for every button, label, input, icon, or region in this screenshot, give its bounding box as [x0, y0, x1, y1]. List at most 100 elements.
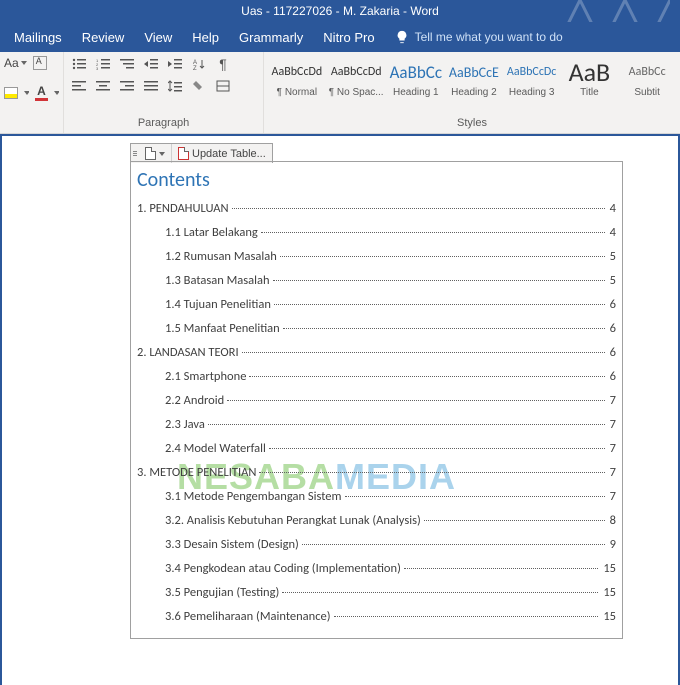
styles-group: AaBbCcDd¶ NormalAaBbCcDd¶ No Spac...AaBb…	[264, 52, 680, 133]
toc-entry[interactable]: 3.6 Pemeliharaan (Maintenance)15	[137, 604, 616, 628]
toc-entry-text: 3.3 Desain Sistem (Design)	[165, 537, 299, 552]
menu-view[interactable]: View	[134, 24, 182, 51]
toc-leader	[424, 520, 605, 521]
numbering-icon[interactable]: 123	[94, 56, 112, 72]
toc-entry[interactable]: 1. PENDAHULUAN 4	[137, 196, 616, 220]
toc-entry-page: 9	[608, 537, 616, 552]
toc-leader	[259, 472, 604, 473]
toc-entry[interactable]: 1.1 Latar Belakang4	[137, 220, 616, 244]
toc-entry[interactable]: 3.4 Pengkodean atau Coding (Implementati…	[137, 556, 616, 580]
title-decoration	[550, 0, 670, 22]
style--normal[interactable]: AaBbCcDd¶ Normal	[268, 54, 326, 115]
font-color-icon[interactable]: A	[35, 84, 48, 101]
toc-leader	[345, 496, 605, 497]
tell-me-text: Tell me what you want to do	[415, 30, 563, 44]
toc-entry[interactable]: 2.3 Java 7	[137, 412, 616, 436]
align-center-icon[interactable]	[94, 78, 112, 94]
toc-entry-page: 8	[608, 513, 616, 528]
toc-list: 1. PENDAHULUAN41.1 Latar Belakang41.2 Ru…	[131, 196, 622, 638]
multilevel-list-icon[interactable]	[118, 56, 136, 72]
toc-entry-text: 3.1 Metode Pengembangan Sistem	[165, 489, 342, 504]
align-right-icon[interactable]	[118, 78, 136, 94]
toc-leader	[242, 352, 605, 353]
style-heading-2[interactable]: AaBbCcEHeading 2	[445, 54, 503, 115]
menu-grammarly[interactable]: Grammarly	[229, 24, 313, 51]
tell-me[interactable]: Tell me what you want to do	[387, 30, 563, 44]
toc-entry[interactable]: 3.5 Pengujian (Testing)15	[137, 580, 616, 604]
toc-entry[interactable]: 2.4 Model Waterfall7	[137, 436, 616, 460]
toc-entry[interactable]: 1.5 Manfaat Penelitian 6	[137, 316, 616, 340]
font-group: Aa A	[0, 52, 64, 133]
toc-entry-text: 1.5 Manfaat Penelitian	[165, 321, 280, 336]
toc-entry-page: 6	[608, 345, 616, 360]
pilcrow-icon[interactable]: ¶	[214, 56, 232, 72]
decrease-indent-icon[interactable]	[142, 56, 160, 72]
font-size-label[interactable]: Aa	[4, 56, 27, 70]
toc-frame[interactable]: Contents 1. PENDAHULUAN41.1 Latar Belaka…	[130, 161, 623, 639]
toc-entry[interactable]: 3.3 Desain Sistem (Design) 9	[137, 532, 616, 556]
sort-icon[interactable]: AZ	[190, 56, 208, 72]
toc-leader	[280, 256, 605, 257]
lightbulb-icon	[395, 30, 409, 44]
toc-entry-text: 1.1 Latar Belakang	[165, 225, 258, 240]
toc-leader	[232, 208, 605, 209]
toc-entry[interactable]: 1.3 Batasan Masalah5	[137, 268, 616, 292]
toc-leader	[404, 568, 598, 569]
toc-control-tab: Update Table...	[130, 143, 273, 163]
clear-formatting-icon[interactable]	[33, 56, 47, 70]
toc-entry-page: 4	[608, 201, 616, 216]
document-area[interactable]: NESABAMEDIA Update Table... Contents 1. …	[2, 136, 678, 685]
style-heading-3[interactable]: AaBbCcDcHeading 3	[503, 54, 561, 115]
borders-icon[interactable]	[214, 78, 232, 94]
toc-entry-page: 5	[608, 249, 616, 264]
toc-entry-text: 1.3 Batasan Masalah	[165, 273, 270, 288]
toc-entry-page: 6	[608, 297, 616, 312]
toc-entry-text: 2.4 Model Waterfall	[165, 441, 266, 456]
align-left-icon[interactable]	[70, 78, 88, 94]
update-icon	[178, 147, 189, 160]
menu-help[interactable]: Help	[182, 24, 229, 51]
toc-leader	[261, 232, 605, 233]
toc-entry-text: 2.3 Java	[165, 417, 205, 432]
line-spacing-icon[interactable]	[166, 78, 184, 94]
menu-review[interactable]: Review	[72, 24, 135, 51]
menu-nitro-pro[interactable]: Nitro Pro	[313, 24, 384, 51]
increase-indent-icon[interactable]	[166, 56, 184, 72]
toc-entry[interactable]: 3. METODE PENELITIAN 7	[137, 460, 616, 484]
toc-entry-text: 3. METODE PENELITIAN	[137, 465, 256, 480]
toc-entry[interactable]: 3.1 Metode Pengembangan Sistem7	[137, 484, 616, 508]
style--no-spac-[interactable]: AaBbCcDd¶ No Spac...	[326, 54, 387, 115]
toc-entry-page: 7	[608, 465, 616, 480]
window-title: Uas - 117227026 - M. Zakaria - Word	[241, 4, 439, 18]
ribbon: Aa A 123 AZ ¶	[0, 52, 680, 134]
toc-entry-text: 1. PENDAHULUAN	[137, 201, 229, 216]
document-icon	[145, 147, 156, 160]
justify-icon[interactable]	[142, 78, 160, 94]
toc-entry[interactable]: 2.1 Smartphone6	[137, 364, 616, 388]
toc-entry[interactable]: 1.2 Rumusan Masalah 5	[137, 244, 616, 268]
style-title[interactable]: AaBTitle	[561, 54, 619, 115]
style-subtit[interactable]: AaBbCcSubtit	[618, 54, 676, 115]
toc-leader	[208, 424, 605, 425]
toc-leader	[269, 448, 605, 449]
toc-entry[interactable]: 3.2. Analisis Kebutuhan Perangkat Lunak …	[137, 508, 616, 532]
toc-leader	[282, 592, 598, 593]
update-table-label: Update Table...	[192, 148, 266, 160]
toc-entry-page: 7	[608, 417, 616, 432]
drag-handle-icon[interactable]	[131, 149, 139, 158]
menu-mailings[interactable]: Mailings	[4, 24, 72, 51]
toc-entry-text: 1.2 Rumusan Masalah	[165, 249, 277, 264]
style-heading-1[interactable]: AaBbCcHeading 1	[387, 54, 445, 115]
toc-leader	[334, 616, 599, 617]
toc-entry[interactable]: 1.4 Tujuan Penelitian6	[137, 292, 616, 316]
toc-entry-page: 6	[608, 321, 616, 336]
svg-text:Z: Z	[193, 66, 197, 70]
toc-entry-text: 3.5 Pengujian (Testing)	[165, 585, 279, 600]
toc-entry[interactable]: 2.2 Android7	[137, 388, 616, 412]
toc-entry-page: 6	[608, 369, 616, 384]
menu-bar: MailingsReviewViewHelpGrammarlyNitro Pro…	[0, 22, 680, 52]
highlight-icon[interactable]	[4, 87, 18, 99]
toc-entry[interactable]: 2. LANDASAN TEORI6	[137, 340, 616, 364]
bullets-icon[interactable]	[70, 56, 88, 72]
shading-icon[interactable]	[190, 78, 208, 94]
